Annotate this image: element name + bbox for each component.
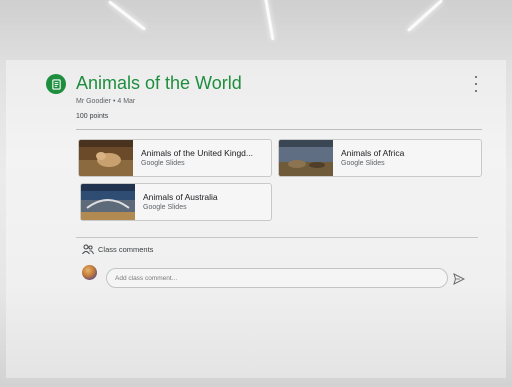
attachment-card[interactable]: Animals of Africa Google Slides [278,139,482,177]
attachment-type: Google Slides [341,160,385,167]
attachment-card[interactable]: Animals of the United Kingd... Google Sl… [78,139,272,177]
attachment-type: Google Slides [141,160,185,167]
class-comments-label: Class comments [98,245,154,254]
assignment-icon [46,74,66,94]
assignment-meta: Mr Goodier • 4 Mar [76,98,136,105]
attachment-title: Animals of Australia [143,192,218,202]
more-vert-icon[interactable] [472,76,480,92]
avatar [82,265,97,280]
class-comment-input[interactable] [106,268,448,288]
attachment-title: Animals of the United Kingd... [141,148,253,158]
people-icon [82,244,94,255]
page-title: Animals of the World [76,73,242,93]
divider [76,237,478,238]
ceiling-background [0,0,512,60]
attachment-thumbnail [279,140,333,176]
attachment-title: Animals of Africa [341,148,405,158]
attachment-thumbnail [79,140,133,176]
attachment-card[interactable]: Animals of Australia Google Slides [80,183,272,221]
assignment-points: 100 points [76,113,109,120]
divider [76,129,482,130]
attachment-type: Google Slides [143,204,187,211]
send-icon[interactable] [453,273,465,285]
assignment-header: Animals of the World [46,73,486,98]
attachment-thumbnail [81,184,135,220]
